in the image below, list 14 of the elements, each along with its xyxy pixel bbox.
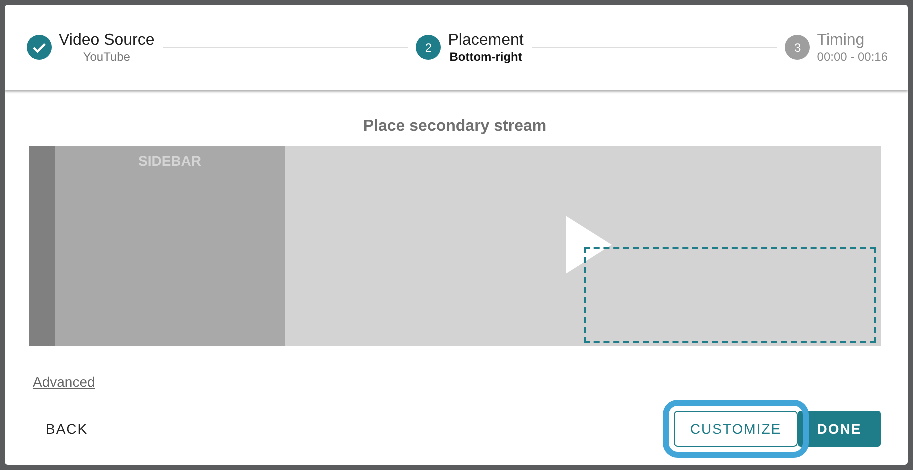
placement-zone[interactable] [584, 247, 876, 343]
step-title: Video Source [59, 31, 155, 50]
done-button[interactable]: DONE [798, 411, 881, 447]
play-icon[interactable] [566, 216, 612, 274]
step-title: Timing [817, 31, 866, 50]
advanced-link[interactable]: Advanced [33, 374, 96, 390]
step-number: 3 [785, 35, 810, 60]
section-heading: Place secondary stream [362, 118, 548, 136]
step-subtitle: Bottom-right [448, 50, 524, 64]
step-number: 2 [416, 35, 442, 60]
step-subtitle: 00:00 - 00:16 [817, 50, 888, 64]
step-subtitle: YouTube [82, 50, 132, 64]
step-title: Placement [448, 31, 524, 50]
back-button[interactable]: BACK [33, 411, 102, 447]
